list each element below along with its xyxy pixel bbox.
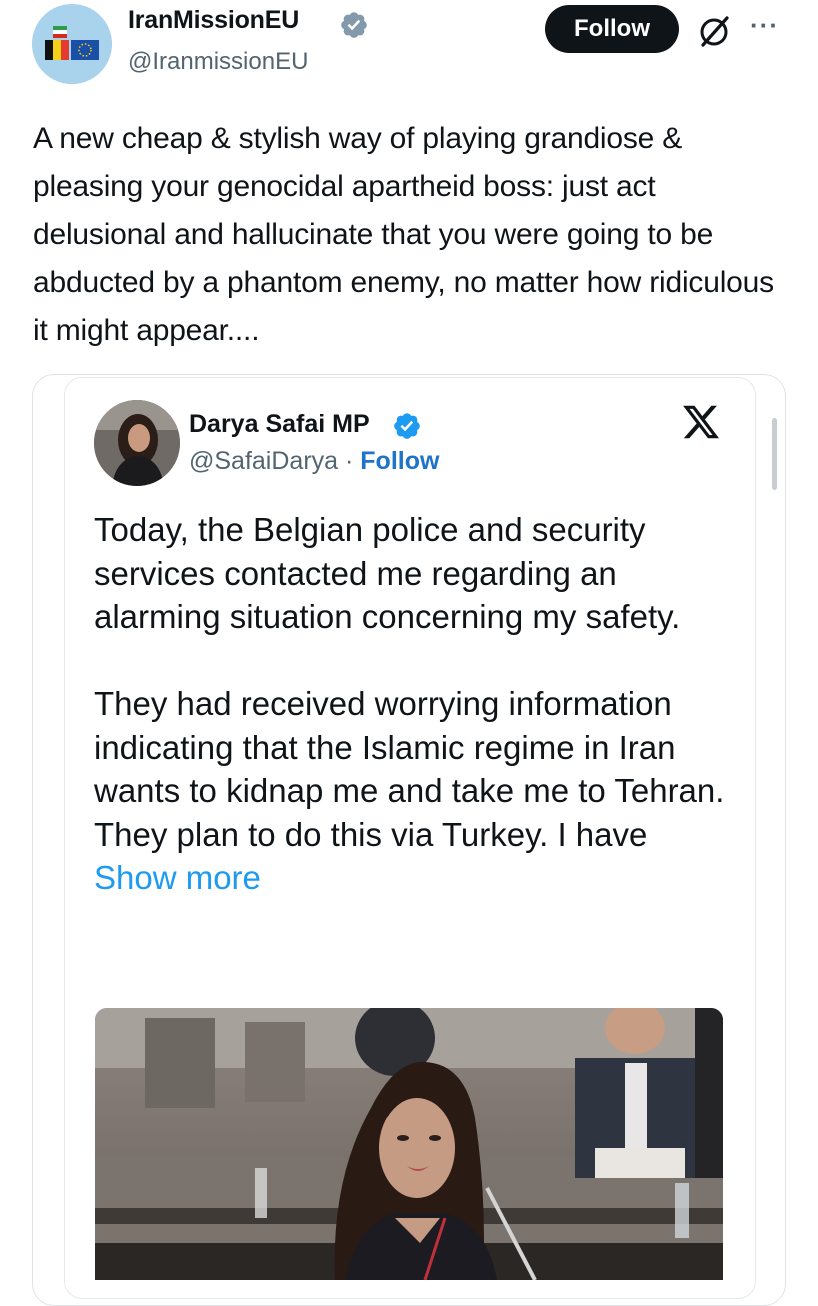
embedded-author-name[interactable]: Darya Safai MP	[189, 410, 370, 439]
x-logo-icon[interactable]	[680, 402, 722, 442]
embedded-author-handle[interactable]: @SafaiDarya	[189, 447, 338, 475]
embedded-paragraph: They plan to do this via Turkey. I have …	[94, 813, 734, 900]
more-icon[interactable]: ···	[750, 10, 779, 41]
embedded-avatar[interactable]	[94, 400, 180, 486]
show-more-link[interactable]: Show more	[94, 859, 261, 896]
embedded-paragraph: They had received worrying information i…	[94, 685, 725, 809]
grok-icon[interactable]	[697, 14, 731, 48]
author-name[interactable]: IranMissionEU	[128, 6, 299, 35]
follow-button[interactable]: Follow	[545, 5, 679, 53]
verified-badge-icon	[394, 413, 420, 439]
verified-badge-icon	[341, 12, 367, 38]
embedded-follow-link[interactable]: Follow	[360, 447, 439, 475]
embedded-post-text: Today, the Belgian police and security s…	[94, 508, 734, 900]
embedded-handle-row: @SafaiDarya · Follow	[189, 447, 439, 476]
separator: ·	[338, 447, 361, 475]
post-photo[interactable]	[95, 1008, 723, 1280]
embedded-paragraph: Today, the Belgian police and security s…	[94, 511, 681, 635]
embedded-paragraph-text: They plan to do this via Turkey. I have	[94, 815, 648, 853]
avatar[interactable]	[32, 4, 112, 84]
author-handle[interactable]: @IranmissionEU	[128, 48, 308, 76]
scrollbar[interactable]	[772, 418, 777, 490]
post-text: A new cheap & stylish way of playing gra…	[33, 122, 774, 347]
